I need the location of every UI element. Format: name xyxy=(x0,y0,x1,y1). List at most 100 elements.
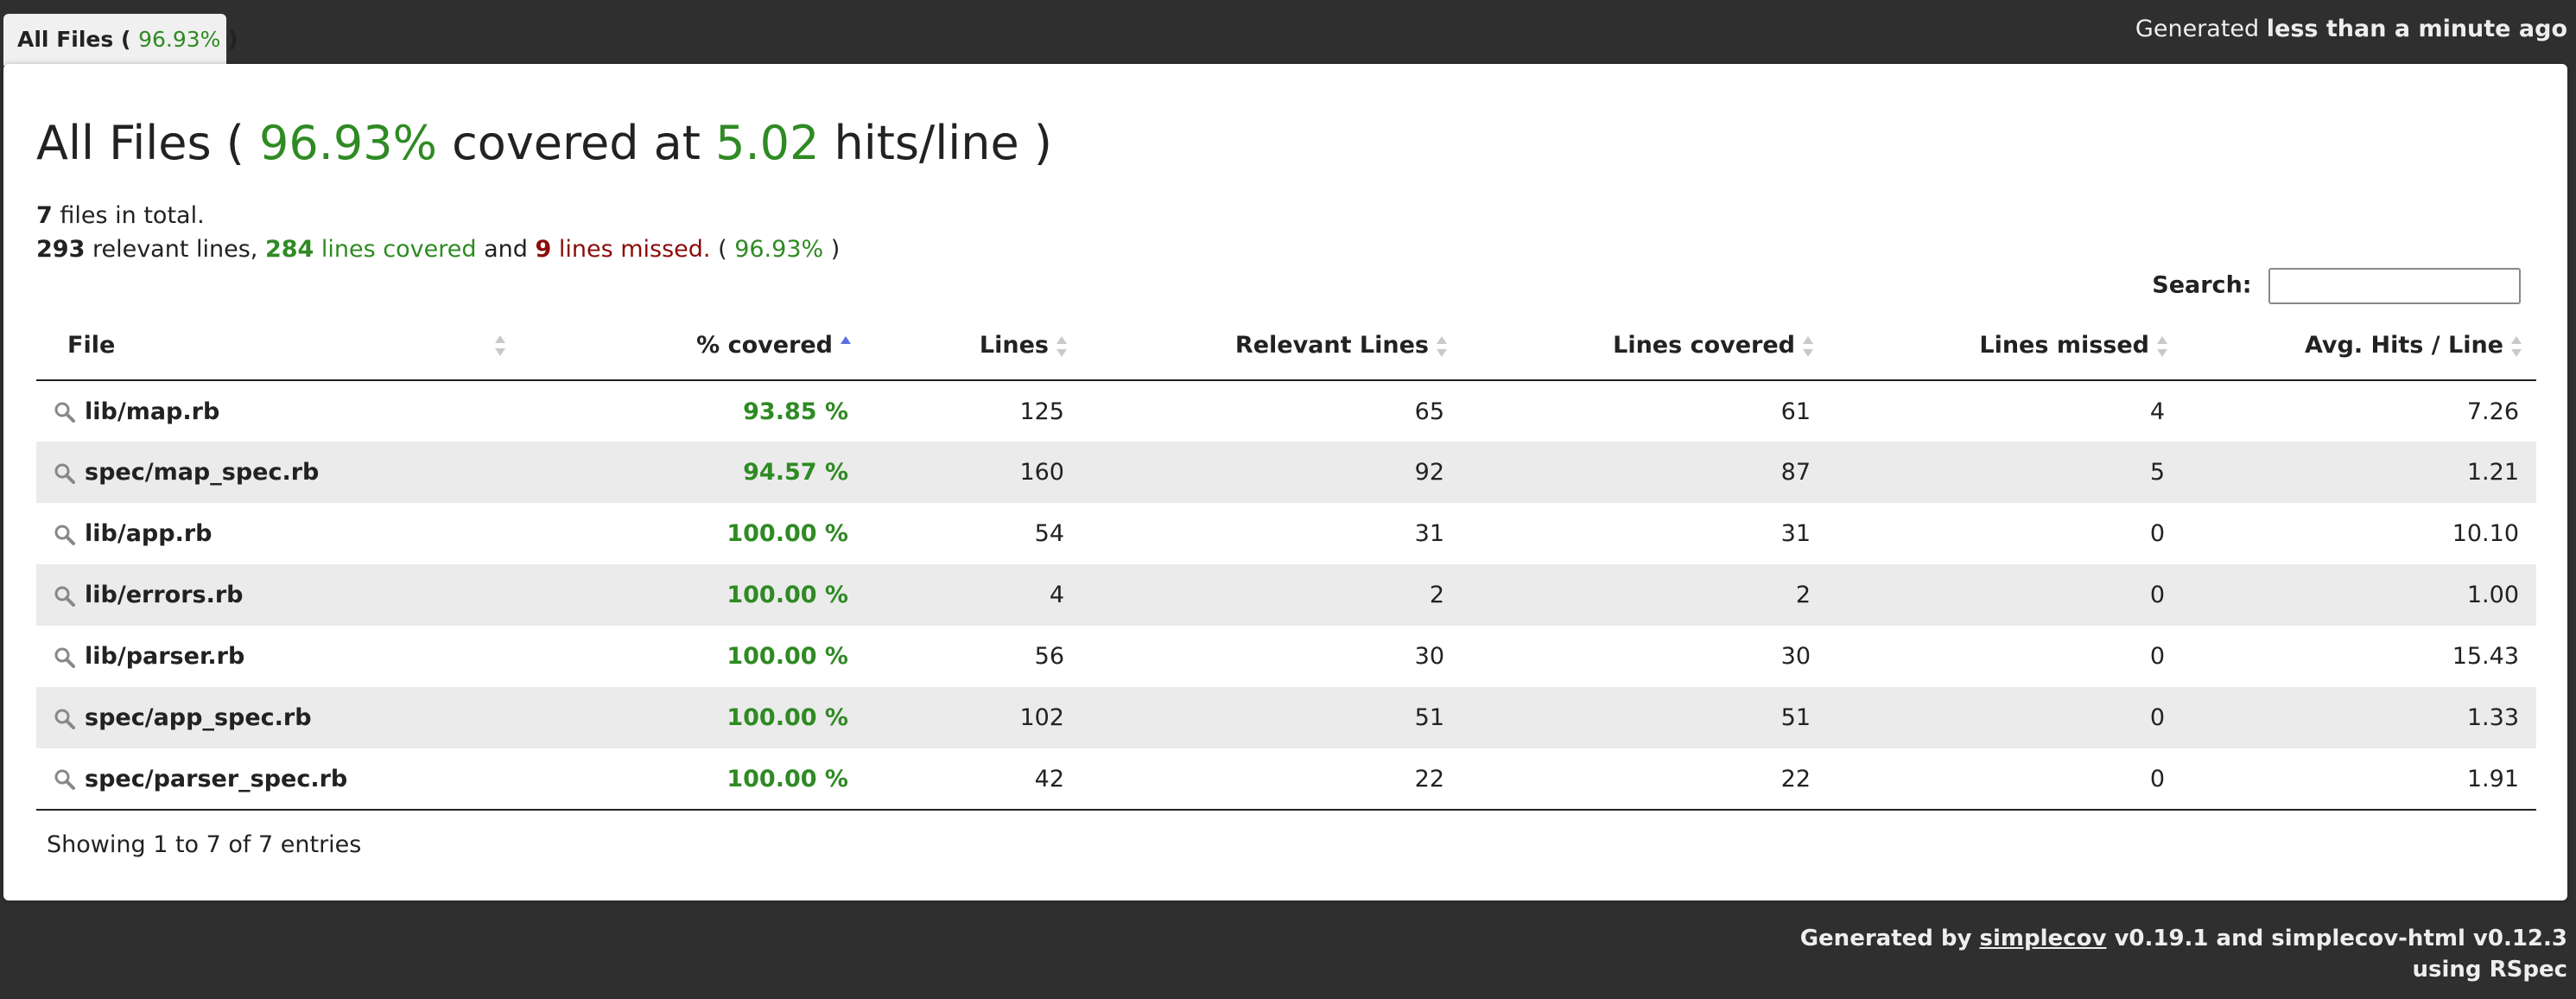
table-row: spec/parser_spec.rb 100.00 % 42 22 22 0 … xyxy=(36,748,2536,811)
top-bar: All Files ( 96.93% ) Generated less than… xyxy=(0,0,2576,66)
tab-label-suffix: ) xyxy=(220,27,238,52)
tab-label-prefix: All Files ( xyxy=(17,27,139,52)
column-label: Relevant Lines xyxy=(1234,332,1429,359)
missed-cell: 4 xyxy=(1828,380,2182,442)
file-cell[interactable]: spec/parser_spec.rb xyxy=(36,748,520,811)
avg-cell: 1.91 xyxy=(2182,748,2536,811)
magnifier-icon xyxy=(54,525,75,545)
magnifier-icon xyxy=(54,709,75,729)
lines-cell: 102 xyxy=(866,687,1082,748)
file-cell[interactable]: spec/map_spec.rb xyxy=(36,442,520,503)
covered-count: 284 xyxy=(264,236,314,263)
sort-arrows-icon xyxy=(2510,335,2522,358)
avg-cell: 1.33 xyxy=(2182,687,2536,748)
generated-time: Generated less than a minute ago xyxy=(2135,16,2567,42)
footer-line-2: using RSpec xyxy=(2412,957,2567,983)
simplecov-link[interactable]: simplecov xyxy=(1980,926,2107,951)
column-header-lines-covered[interactable]: Lines covered xyxy=(1462,311,1828,381)
file-name: spec/map_spec.rb xyxy=(85,459,320,486)
relevant-cell: 30 xyxy=(1082,626,1462,687)
covered-cell: 94.57 % xyxy=(520,442,866,503)
tab-percent: 96.93% xyxy=(138,27,221,52)
missed-cell: 5 xyxy=(1828,442,2182,503)
footer-line-1: Generated by simplecov v0.19.1 and simpl… xyxy=(1800,923,2567,954)
file-name: spec/app_spec.rb xyxy=(85,704,312,731)
relevant-cell: 51 xyxy=(1082,687,1462,748)
files-count: 7 xyxy=(36,202,53,229)
column-header-lines-missed[interactable]: Lines missed xyxy=(1828,311,2182,381)
lines-cell: 42 xyxy=(866,748,1082,811)
coverage-summary: 7 files in total. 293 relevant lines, 28… xyxy=(36,199,840,266)
relevant-text: relevant lines, xyxy=(85,236,265,263)
column-header-covered[interactable]: % covered xyxy=(520,311,866,381)
search-input[interactable] xyxy=(2268,268,2521,304)
and-text: and xyxy=(476,236,536,263)
lines-cell: 54 xyxy=(866,503,1082,564)
column-header-avg-hits[interactable]: Avg. Hits / Line xyxy=(2182,311,2536,381)
column-label: Avg. Hits / Line xyxy=(2304,332,2503,359)
lines-cell: 4 xyxy=(866,564,1082,626)
table-row: lib/errors.rb 100.00 % 4 2 2 0 1.00 xyxy=(36,564,2536,626)
entries-info: Showing 1 to 7 of 7 entries xyxy=(47,831,362,858)
lines-covered-cell: 61 xyxy=(1462,380,1828,442)
column-label: Lines covered xyxy=(1613,332,1795,359)
table-header-row: File % covered Lines Relevant Lines Line… xyxy=(36,311,2536,381)
missed-cell: 0 xyxy=(1828,748,2182,811)
relevant-cell: 31 xyxy=(1082,503,1462,564)
footer-prefix: Generated by xyxy=(1799,926,1980,951)
page-title: All Files ( 96.93% covered at 5.02 hits/… xyxy=(36,116,1052,170)
file-cell[interactable]: lib/errors.rb xyxy=(36,564,520,626)
sort-arrows-icon xyxy=(2156,335,2168,358)
table-row: spec/app_spec.rb 100.00 % 102 51 51 0 1.… xyxy=(36,687,2536,748)
lines-covered-cell: 22 xyxy=(1462,748,1828,811)
file-name: lib/map.rb xyxy=(85,398,220,425)
file-name: lib/parser.rb xyxy=(85,643,245,670)
lines-covered-cell: 2 xyxy=(1462,564,1828,626)
magnifier-icon xyxy=(54,586,75,607)
avg-cell: 10.10 xyxy=(2182,503,2536,564)
title-hits: 5.02 xyxy=(715,116,820,170)
covered-cell: 100.00 % xyxy=(520,748,866,811)
tab-all-files[interactable]: All Files ( 96.93% ) xyxy=(3,14,238,66)
lines-cell: 160 xyxy=(866,442,1082,503)
sort-arrows-icon xyxy=(494,334,506,357)
sort-arrows-icon xyxy=(1802,335,1814,358)
files-table: File % covered Lines Relevant Lines Line… xyxy=(36,311,2536,811)
lines-covered-cell: 31 xyxy=(1462,503,1828,564)
sort-ascending-icon xyxy=(840,335,852,358)
covered-cell: 100.00 % xyxy=(520,564,866,626)
column-header-relevant-lines[interactable]: Relevant Lines xyxy=(1082,311,1462,381)
relevant-cell: 65 xyxy=(1082,380,1462,442)
column-header-file[interactable]: File xyxy=(36,311,520,381)
search-box: Search: xyxy=(2152,268,2521,304)
magnifier-icon xyxy=(54,769,75,790)
percent-suffix: ) xyxy=(823,236,841,263)
table-row: lib/map.rb 93.85 % 125 65 61 4 7.26 xyxy=(36,380,2536,442)
file-cell[interactable]: lib/map.rb xyxy=(36,380,520,442)
footer-middle: v0.19.1 and simplecov-html v0.12.3 xyxy=(2106,926,2567,951)
avg-cell: 1.21 xyxy=(2182,442,2536,503)
avg-cell: 1.00 xyxy=(2182,564,2536,626)
file-cell[interactable]: lib/parser.rb xyxy=(36,626,520,687)
magnifier-icon xyxy=(54,647,75,668)
title-percent: 96.93% xyxy=(259,116,437,170)
table-row: lib/parser.rb 100.00 % 56 30 30 0 15.43 xyxy=(36,626,2536,687)
missed-cell: 0 xyxy=(1828,503,2182,564)
title-prefix: All Files ( xyxy=(36,116,260,170)
search-label: Search: xyxy=(2152,271,2252,299)
file-name: lib/errors.rb xyxy=(85,582,244,608)
column-header-lines[interactable]: Lines xyxy=(866,311,1082,381)
file-cell[interactable]: lib/app.rb xyxy=(36,503,520,564)
generated-prefix: Generated xyxy=(2135,16,2267,42)
file-cell[interactable]: spec/app_spec.rb xyxy=(36,687,520,748)
lines-cell: 56 xyxy=(866,626,1082,687)
files-text: files in total. xyxy=(52,202,205,229)
lines-summary-line: 293 relevant lines, 284 lines covered an… xyxy=(36,232,840,266)
relevant-cell: 2 xyxy=(1082,564,1462,626)
file-name: spec/parser_spec.rb xyxy=(85,765,348,792)
magnifier-icon xyxy=(54,463,75,484)
column-label: Lines missed xyxy=(1979,332,2149,359)
column-label: File xyxy=(67,332,116,359)
missed-cell: 0 xyxy=(1828,626,2182,687)
covered-cell: 100.00 % xyxy=(520,503,866,564)
